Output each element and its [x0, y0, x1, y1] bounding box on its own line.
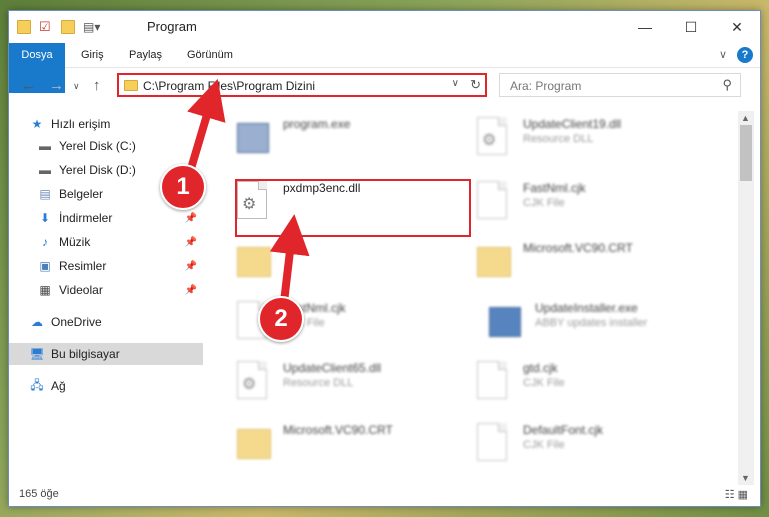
download-icon: ⬇	[39, 211, 51, 225]
sidebar-item-label: Bu bilgisayar	[51, 347, 120, 361]
address-dropdown-button[interactable]: ∨	[452, 78, 459, 89]
sidebar-item-label: Yerel Disk (D:)	[59, 163, 136, 177]
status-bar: 165 öğe ☷ ▦	[9, 484, 760, 506]
exe-icon	[237, 117, 271, 157]
help-button[interactable]: ?	[737, 47, 753, 63]
sidebar-item-music[interactable]: ♪ Müzik 📌	[37, 231, 203, 253]
scroll-up-arrow-icon[interactable]: ▲	[741, 113, 750, 123]
folder-icon	[237, 241, 271, 281]
documents-icon: ▤	[39, 187, 51, 201]
sidebar-item-label: Hızlı erişim	[51, 117, 111, 131]
sidebar-item-label: İndirmeler	[59, 211, 113, 225]
sidebar-item-label: Müzik	[59, 235, 91, 249]
computer-icon: 🖥	[29, 347, 45, 361]
video-icon: ▦	[39, 283, 51, 297]
list-item[interactable]: UpdateInstaller.exe ABBY updates install…	[471, 297, 701, 347]
list-item[interactable]: ⚙ UpdateClient65.dll Resource DLL	[219, 357, 449, 407]
file-explorer-window: ☑ ▤▾ Program — ☐ ✕ Dosya Giriş Paylaş Gö…	[8, 10, 761, 507]
vertical-scrollbar[interactable]: ▲ ▼	[738, 111, 754, 485]
search-icon[interactable]: ⚲	[722, 77, 732, 93]
sidebar-item-this-pc[interactable]: 🖥 Bu bilgisayar	[9, 343, 203, 365]
list-item[interactable]	[219, 237, 449, 287]
search-placeholder[interactable]: Ara: Program	[510, 79, 581, 93]
scroll-down-arrow-icon[interactable]: ▼	[741, 473, 750, 483]
sidebar-item-network[interactable]: 🖧 Ağ	[29, 375, 203, 397]
star-icon: ★	[31, 117, 43, 131]
step-1-badge: 1	[160, 164, 206, 210]
list-item[interactable]: DefaultFont.cjk CJK File	[459, 419, 689, 467]
drive-icon: ▬	[39, 139, 51, 153]
pin-icon[interactable]: 📌	[185, 237, 197, 248]
sidebar-item-label: Yerel Disk (C:)	[59, 139, 136, 153]
file-highlight-box	[235, 179, 471, 237]
sidebar-item-label: Belgeler	[59, 187, 104, 201]
music-icon: ♪	[42, 235, 48, 249]
list-item[interactable]: FastNml.cjk CJK File	[459, 177, 689, 227]
installer-icon	[489, 301, 523, 341]
title-bar: ☑ ▤▾ Program — ☐ ✕	[9, 11, 760, 43]
window-title: Program	[147, 19, 197, 34]
maximize-button[interactable]: ☐	[668, 11, 714, 43]
network-icon: 🖧	[30, 377, 44, 392]
properties-icon[interactable]: ☑	[39, 20, 53, 34]
navigation-pane: ★ Hızlı erişim ▬ Yerel Disk (C:) ▬ Yerel…	[9, 107, 203, 467]
sidebar-item-pictures[interactable]: ▣ Resimler 📌	[37, 255, 203, 277]
sidebar-item-downloads[interactable]: ⬇ İndirmeler 📌	[37, 207, 203, 229]
cloud-icon: ☁	[31, 315, 43, 329]
folder-icon	[17, 20, 31, 34]
list-item[interactable]: program.exe	[219, 113, 449, 163]
new-folder-icon[interactable]	[61, 20, 75, 34]
close-button[interactable]: ✕	[714, 11, 760, 43]
address-bar[interactable]: C:\Program Files\Program Dizini ∨ ↻	[117, 73, 487, 97]
address-path[interactable]: C:\Program Files\Program Dizini	[143, 79, 315, 93]
quick-access-toolbar: ☑ ▤▾	[17, 19, 105, 35]
file-icon	[477, 361, 511, 401]
list-item[interactable]: gtd.cjk CJK File	[459, 357, 689, 407]
sidebar-item-videos[interactable]: ▦ Videolar 📌	[37, 279, 203, 301]
view-toggle-buttons[interactable]: ☷ ▦	[725, 488, 748, 501]
tab-gorunum[interactable]: Görünüm	[187, 43, 233, 67]
list-item[interactable]: ⚙ UpdateClient19.dll Resource DLL	[459, 113, 689, 163]
drive-icon: ▬	[39, 163, 51, 177]
pin-icon[interactable]: 📌	[185, 261, 197, 272]
sidebar-item-drive-c[interactable]: ▬ Yerel Disk (C:)	[37, 135, 203, 157]
item-count: 165 öğe	[19, 488, 59, 500]
file-icon	[477, 181, 511, 221]
up-button[interactable]: ↑	[93, 77, 101, 94]
pin-icon[interactable]: 📌	[185, 213, 197, 224]
sidebar-item-label: OneDrive	[51, 315, 102, 329]
customize-toolbar-icon[interactable]: ▤▾	[83, 20, 100, 34]
step-2-badge: 2	[258, 296, 304, 342]
sidebar-item-quick-access[interactable]: ★ Hızlı erişim	[29, 113, 203, 135]
pictures-icon: ▣	[39, 259, 51, 273]
back-button[interactable]: ←	[21, 77, 36, 94]
list-item[interactable]: FastNml.cjk CJK File	[219, 297, 449, 347]
folder-icon	[237, 423, 271, 463]
file-icon	[477, 423, 511, 463]
ribbon-collapse-button[interactable]: ∨	[719, 43, 727, 67]
file-list: program.exe ⚙ UpdateClient19.dll Resourc…	[209, 107, 739, 467]
sidebar-item-label: Videolar	[59, 283, 103, 297]
dll-icon: ⚙	[237, 361, 271, 401]
refresh-button[interactable]: ↻	[470, 77, 481, 93]
navigation-bar: ← → ∨ ↑ C:\Program Files\Program Dizini …	[9, 69, 760, 101]
minimize-button[interactable]: —	[622, 11, 668, 43]
tab-paylas[interactable]: Paylaş	[129, 43, 162, 67]
pin-icon[interactable]: 📌	[185, 285, 197, 296]
search-box[interactable]: Ara: Program ⚲	[499, 73, 741, 97]
list-item[interactable]: Microsoft.VC90.CRT	[459, 237, 689, 287]
tab-giris[interactable]: Giriş	[81, 43, 104, 67]
dll-icon: ⚙	[477, 117, 511, 157]
sidebar-item-label: Ağ	[51, 379, 66, 393]
list-item[interactable]: Microsoft.VC90.CRT	[219, 419, 449, 467]
scrollbar-thumb[interactable]	[740, 125, 752, 181]
sidebar-item-label: Resimler	[59, 259, 107, 273]
folder-icon	[477, 241, 511, 281]
ribbon-tabs: Dosya Giriş Paylaş Görünüm ∨ ?	[9, 43, 760, 93]
forward-button[interactable]: →	[49, 77, 64, 94]
sidebar-item-onedrive[interactable]: ☁ OneDrive	[29, 311, 203, 333]
folder-icon	[124, 80, 138, 91]
recent-locations-button[interactable]: ∨	[73, 81, 80, 92]
